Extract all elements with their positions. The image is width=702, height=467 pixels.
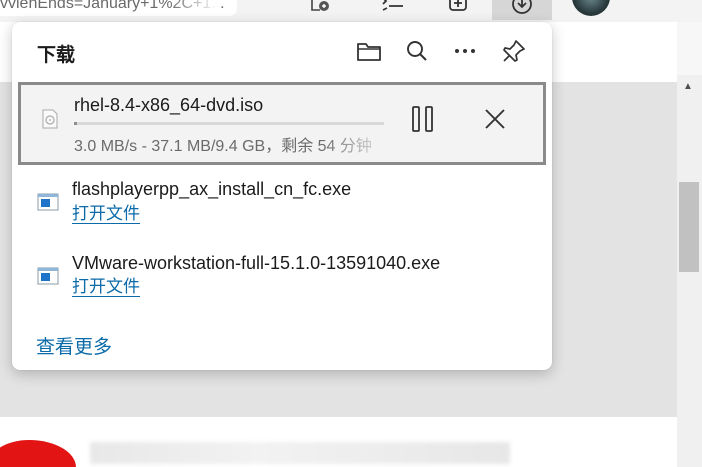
page-blurred-text: [90, 442, 510, 464]
browser-toolbar: vviehEnds=January+1%2C+1...: [0, 0, 702, 22]
download-filename: rhel-8.4-x86_64-dvd.iso: [74, 95, 264, 115]
download-filename: flashplayerpp_ax_install_cn_fc.exe: [72, 179, 352, 199]
collections-icon[interactable]: [446, 0, 472, 14]
favorites-list-icon[interactable]: [380, 0, 406, 14]
more-icon[interactable]: [451, 37, 479, 65]
downloads-button[interactable]: [492, 0, 552, 20]
scroll-thumb[interactable]: [679, 182, 699, 272]
address-bar[interactable]: vviehEnds=January+1%2C+1...: [0, 0, 237, 16]
download-progress-bar: [74, 122, 384, 125]
folder-icon[interactable]: [355, 37, 383, 65]
see-more-link[interactable]: 查看更多: [36, 332, 112, 359]
cancel-download-icon[interactable]: [481, 105, 509, 133]
tab-overlay-icon[interactable]: [308, 0, 332, 16]
download-filename: VMware-workstation-full-15.1.0-13591040.…: [72, 253, 441, 273]
pause-button[interactable]: [409, 105, 437, 133]
pin-icon[interactable]: [500, 37, 528, 65]
page-scrollbar[interactable]: ▲: [677, 75, 702, 467]
download-icon: [510, 0, 534, 21]
open-file-link[interactable]: 打开文件: [72, 205, 140, 224]
search-icon[interactable]: [403, 37, 431, 65]
scroll-up-arrow-icon[interactable]: ▲: [683, 81, 693, 92]
panel-title: 下载: [37, 45, 76, 66]
exe-file-icon: [37, 193, 59, 213]
download-progress-fill: [74, 122, 78, 125]
download-item-active[interactable]: rhel-8.4-x86_64-dvd.iso 3.0 MB/s - 37.1 …: [18, 82, 546, 165]
downloads-panel: 下载 rhel-8.4-x86_64-dvd.iso 3.0 MB/s - 37…: [12, 22, 552, 370]
exe-file-icon: [37, 267, 59, 287]
avatar[interactable]: [572, 0, 610, 16]
open-file-link[interactable]: 打开文件: [72, 278, 140, 297]
iso-file-icon: [40, 109, 60, 129]
